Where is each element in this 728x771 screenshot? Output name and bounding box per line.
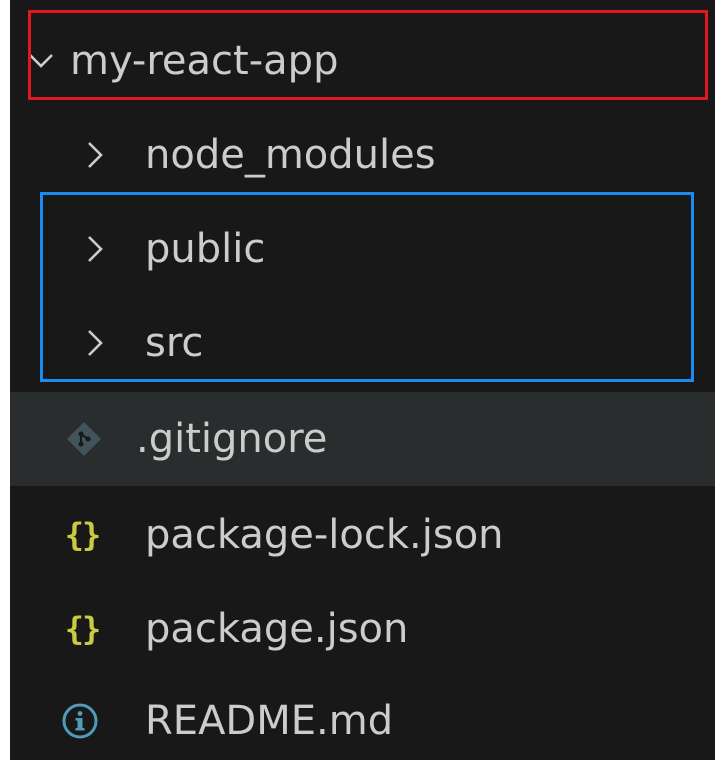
json-icon: {} [64,516,102,554]
file-explorer: my-react-app node_modules public src .gi… [10,0,715,760]
file-label: package.json [145,606,409,652]
file-label: .gitignore [136,416,328,462]
info-icon [60,699,100,743]
chevron-right-icon [80,135,110,175]
folder-label: node_modules [145,132,436,178]
file-label: README.md [145,698,394,744]
tree-item-gitignore[interactable]: .gitignore [10,392,715,486]
git-icon [64,417,104,461]
tree-item-package-lock-json[interactable]: {} package-lock.json [10,488,715,582]
highlight-box-red [28,10,708,100]
highlight-box-blue [40,192,694,382]
tree-item-readme[interactable]: README.md [10,674,715,768]
file-label: package-lock.json [145,512,504,558]
tree-item-node-modules[interactable]: node_modules [10,108,715,202]
tree-item-package-json[interactable]: {} package.json [10,582,715,676]
json-icon: {} [64,610,102,648]
